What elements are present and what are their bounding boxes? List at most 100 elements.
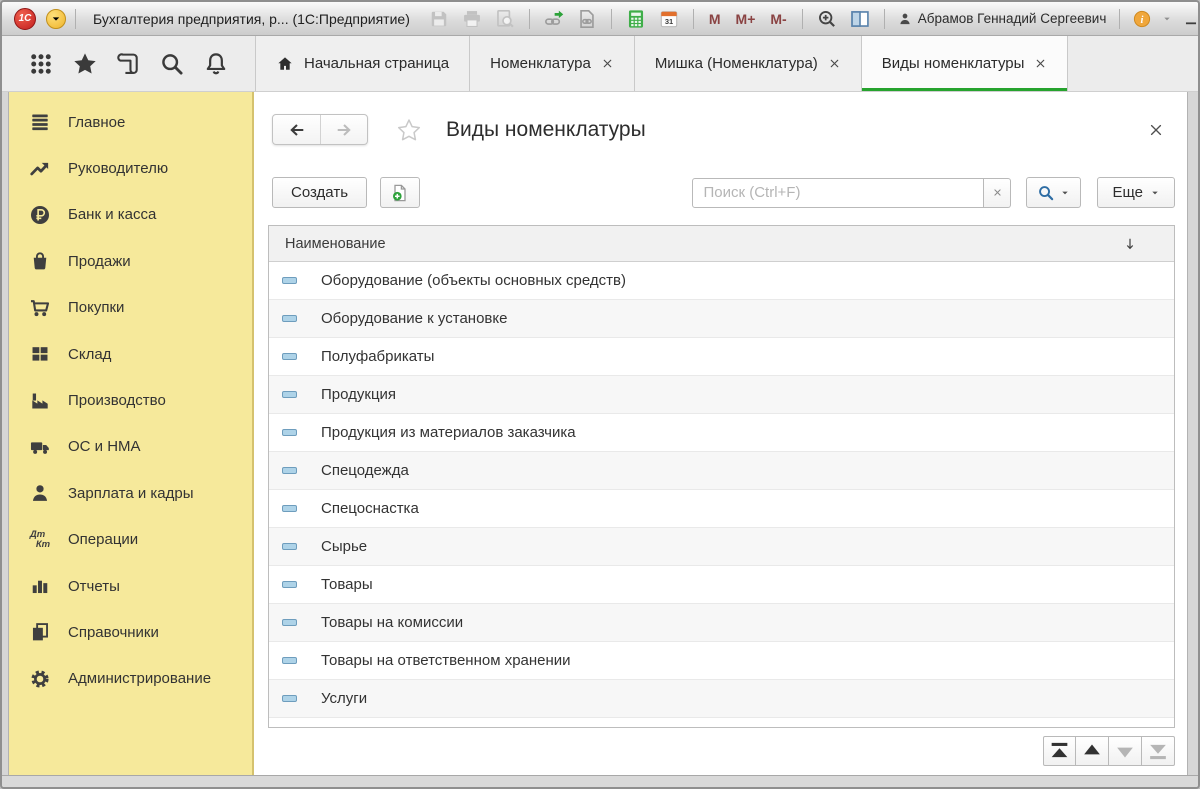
main-menu-button[interactable] <box>46 9 66 29</box>
table-row[interactable]: Продукция <box>269 376 1174 414</box>
search-input[interactable] <box>692 178 984 208</box>
favorite-star-button[interactable] <box>396 117 422 143</box>
forward-button[interactable] <box>320 115 367 144</box>
window-bottom-edge <box>2 775 1198 787</box>
sidebar-item[interactable]: Покупки <box>9 285 252 331</box>
nav-first-icon[interactable] <box>1043 736 1076 766</box>
more-button[interactable]: Еще <box>1097 177 1175 208</box>
table-row[interactable]: Оборудование к установке <box>269 300 1174 338</box>
column-header-name[interactable]: Наименование <box>269 226 1174 262</box>
split-view-icon[interactable] <box>848 8 872 30</box>
table-row[interactable]: Товары <box>269 566 1174 604</box>
calendar-icon[interactable]: 31 <box>657 8 681 30</box>
sidebar-item-label: Отчеты <box>68 578 120 595</box>
person-icon <box>29 482 51 504</box>
table-row[interactable]: Спецоснастка <box>269 490 1174 528</box>
chevron-down-icon <box>1162 14 1172 24</box>
tab-close-icon[interactable] <box>601 57 614 70</box>
table-footer-pad <box>269 718 1174 727</box>
table-row[interactable]: Полуфабрикаты <box>269 338 1174 376</box>
new-document-icon <box>390 183 410 203</box>
sidebar-item[interactable]: Зарплата и кадры <box>9 470 252 516</box>
tab[interactable]: Начальная страница <box>256 36 470 91</box>
memory-button[interactable]: M <box>703 11 727 27</box>
divider <box>1119 9 1120 29</box>
sidebar-item[interactable]: Производство <box>9 377 252 423</box>
favorites-star-icon[interactable] <box>72 51 98 77</box>
cart-icon <box>29 297 51 319</box>
memory-button[interactable]: M- <box>764 11 792 27</box>
search-icon[interactable] <box>159 51 185 77</box>
sidebar-item[interactable]: Администрирование <box>9 656 252 702</box>
table-body: Оборудование (объекты основных средств) … <box>269 262 1174 718</box>
link-go-icon[interactable] <box>542 8 566 30</box>
history-icon[interactable] <box>115 51 141 77</box>
calculator-icon[interactable] <box>624 8 648 30</box>
forward-arrow-icon <box>335 121 353 139</box>
row-label: Продукция <box>321 386 396 403</box>
search-icon <box>1037 184 1055 202</box>
sidebar-item[interactable]: Главное <box>9 99 252 145</box>
tab[interactable]: Мишка (Номенклатура) <box>635 36 862 91</box>
close-icon <box>1148 122 1164 138</box>
info-button[interactable]: i <box>1132 8 1152 30</box>
item-dash-icon <box>282 657 297 664</box>
table-row[interactable]: Услуги <box>269 680 1174 718</box>
doc-link-icon[interactable] <box>575 8 599 30</box>
logo-text: 1С <box>19 13 32 24</box>
sidebar-item[interactable]: Банк и касса <box>9 192 252 238</box>
zoom-plus-icon[interactable] <box>815 8 839 30</box>
tab[interactable]: Виды номенклатуры <box>862 36 1069 91</box>
preview-icon[interactable] <box>493 8 517 30</box>
tab-close-icon[interactable] <box>1034 57 1047 70</box>
sidebar-item[interactable]: ДтКт Операции <box>9 517 252 563</box>
sidebar: Главное Руководителю Банк и касса Продаж… <box>8 92 254 775</box>
sidebar-item[interactable]: Продажи <box>9 238 252 284</box>
sidebar-item-label: Банк и касса <box>68 206 156 223</box>
table-row[interactable]: Продукция из материалов заказчика <box>269 414 1174 452</box>
nav-next-icon[interactable] <box>1109 736 1142 766</box>
sidebar-item[interactable]: ОС и НМА <box>9 424 252 470</box>
nav-prev-icon[interactable] <box>1076 736 1109 766</box>
table-row[interactable]: Сырье <box>269 528 1174 566</box>
tab[interactable]: Номенклатура <box>470 36 635 91</box>
sidebar-item[interactable]: Справочники <box>9 609 252 655</box>
sidebar-item[interactable]: Руководителю <box>9 145 252 191</box>
close-panel-button[interactable] <box>1147 121 1165 139</box>
clear-search-button[interactable] <box>984 178 1011 208</box>
item-dash-icon <box>282 467 297 474</box>
print-icon[interactable] <box>460 8 484 30</box>
sidebar-item-label: Справочники <box>68 624 159 641</box>
table-row[interactable]: Товары на комиссии <box>269 604 1174 642</box>
user-name: Абрамов Геннадий Сергеевич <box>918 11 1107 26</box>
user-info[interactable]: Абрамов Геннадий Сергеевич <box>898 11 1107 26</box>
sidebar-item-label: Покупки <box>68 299 124 316</box>
tab-label: Номенклатура <box>490 55 591 72</box>
sidebar-item[interactable]: Отчеты <box>9 563 252 609</box>
back-button[interactable] <box>273 115 320 144</box>
table-row[interactable]: Оборудование (объекты основных средств) <box>269 262 1174 300</box>
service-menu-button[interactable] <box>1162 8 1172 30</box>
create-button[interactable]: Создать <box>272 177 367 208</box>
save-icon[interactable] <box>427 8 451 30</box>
row-label: Спецодежда <box>321 462 409 479</box>
minimize-button[interactable] <box>1179 9 1200 29</box>
bell-icon[interactable] <box>203 51 229 77</box>
nav-last-icon[interactable] <box>1142 736 1175 766</box>
search-button[interactable] <box>1026 177 1081 208</box>
view-tools <box>812 8 875 30</box>
apps-menu-icon[interactable] <box>28 51 54 77</box>
tab-label: Виды номенклатуры <box>882 55 1025 72</box>
table-row[interactable]: Спецодежда <box>269 452 1174 490</box>
tab-close-icon[interactable] <box>828 57 841 70</box>
tab-label: Начальная страница <box>304 55 449 72</box>
item-dash-icon <box>282 429 297 436</box>
row-label: Продукция из материалов заказчика <box>321 424 576 441</box>
memory-button[interactable]: M+ <box>730 11 762 27</box>
table-row[interactable]: Товары на ответственном хранении <box>269 642 1174 680</box>
create-group-button[interactable] <box>380 177 420 208</box>
home-icon <box>276 55 294 73</box>
row-label: Товары на ответственном хранении <box>321 652 571 669</box>
sidebar-item[interactable]: Склад <box>9 331 252 377</box>
ruble-icon <box>29 204 51 226</box>
